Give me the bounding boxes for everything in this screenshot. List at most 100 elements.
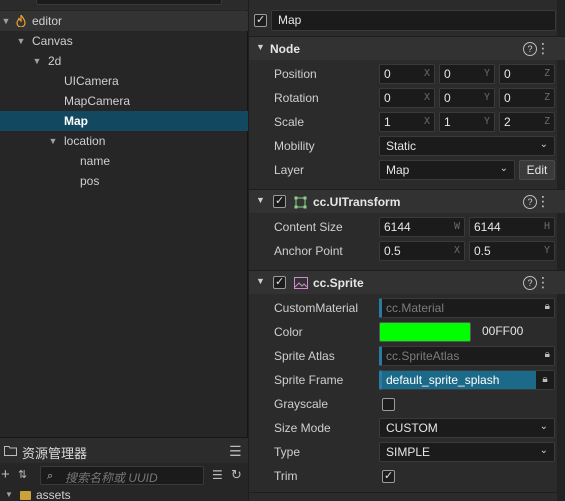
sprite-frame-field[interactable]: default_sprite_splash 🔒︎ bbox=[379, 370, 555, 390]
chevron-down-icon[interactable]: ▼ bbox=[1, 11, 11, 31]
axis-label: X bbox=[453, 245, 460, 256]
tree-item-canvas[interactable]: ▼ Canvas bbox=[0, 31, 248, 51]
anchor-x-input[interactable]: 0.5 X bbox=[379, 241, 465, 261]
chevron-down-icon[interactable]: ▼ bbox=[32, 51, 42, 71]
section-divider bbox=[249, 492, 557, 501]
trim-checkbox[interactable] bbox=[382, 469, 395, 483]
field-value: 6144 bbox=[384, 220, 411, 234]
help-icon[interactable]: ? bbox=[523, 42, 537, 56]
field-value: 1 bbox=[444, 115, 451, 129]
lock-icon[interactable]: 🔒︎ bbox=[545, 301, 550, 312]
position-x-input[interactable]: 0 X bbox=[379, 64, 435, 84]
tree-item-editor[interactable]: ▼ editor bbox=[0, 11, 248, 31]
tree-item-mapcamera[interactable]: MapCamera bbox=[0, 91, 248, 111]
node-name-value: Map bbox=[278, 13, 302, 27]
menu-icon[interactable]: ☰ bbox=[229, 444, 242, 458]
position-z-input[interactable]: 0 Z bbox=[499, 64, 555, 84]
color-swatch[interactable] bbox=[379, 322, 471, 342]
content-size-width-input[interactable]: 6144 W bbox=[379, 217, 465, 237]
chevron-down-icon[interactable]: ▼ bbox=[256, 42, 265, 52]
help-icon[interactable]: ? bbox=[523, 276, 537, 290]
hierarchy-toolbar bbox=[0, 0, 248, 10]
chevron-down-icon: ⌄ bbox=[499, 163, 508, 174]
inspector-panel: Map ▼ Node ? ⋮ Position 0 X 0 Y 0 Z Rota… bbox=[249, 0, 565, 501]
sprite-section-header[interactable]: ▼ cc.Sprite ? ⋮ bbox=[249, 270, 565, 294]
inspector-scrollbar[interactable] bbox=[557, 0, 565, 501]
uitransform-section-header[interactable]: ▼ cc.UITransform ? ⋮ bbox=[249, 189, 565, 213]
sprite-enabled-checkbox[interactable] bbox=[273, 275, 286, 289]
assets-search-input[interactable]: ⌕ 搜索名称或 UUID bbox=[40, 466, 204, 485]
chevron-down-icon[interactable]: ▼ bbox=[16, 31, 26, 51]
tree-item-label: 2d bbox=[48, 54, 62, 68]
search-placeholder: 搜索名称或 UUID bbox=[65, 471, 158, 485]
tree-item-label: name bbox=[80, 154, 111, 168]
mobility-select[interactable]: Static ⌄ bbox=[379, 136, 555, 156]
tree-item-pos[interactable]: pos bbox=[0, 171, 248, 191]
field-value: 0 bbox=[384, 67, 391, 81]
field-value: 0 bbox=[444, 91, 451, 105]
lock-icon[interactable]: 🔒︎ bbox=[545, 349, 550, 360]
sprite-atlas-label: Sprite Atlas bbox=[274, 349, 335, 363]
select-value: SIMPLE bbox=[386, 445, 431, 459]
section-title: Node bbox=[270, 42, 300, 56]
hierarchy-search-input[interactable] bbox=[36, 0, 222, 5]
rotation-x-input[interactable]: 0 X bbox=[379, 88, 435, 108]
chevron-down-icon[interactable]: ▼ bbox=[256, 195, 265, 205]
select-value: CUSTOM bbox=[386, 421, 438, 435]
more-vertical-icon[interactable]: ⋮ bbox=[536, 194, 550, 208]
field-value: 0 bbox=[384, 91, 391, 105]
chevron-down-icon: ⌄ bbox=[539, 421, 548, 432]
tree-item-name[interactable]: name bbox=[0, 151, 248, 171]
layer-edit-button[interactable]: Edit bbox=[519, 160, 555, 180]
axis-label: Z bbox=[543, 116, 550, 127]
refresh-icon[interactable]: ↻ bbox=[231, 468, 242, 482]
chevron-down-icon[interactable]: ▼ bbox=[5, 490, 13, 499]
section-title: cc.Sprite bbox=[313, 276, 364, 290]
node-section-header[interactable]: ▼ Node ? ⋮ bbox=[249, 36, 565, 60]
more-vertical-icon[interactable]: ⋮ bbox=[536, 41, 550, 55]
node-active-checkbox[interactable] bbox=[254, 13, 267, 27]
node-name-input[interactable]: Map bbox=[271, 10, 556, 31]
filter-list-icon[interactable]: ☰ bbox=[212, 468, 223, 482]
rotation-y-input[interactable]: 0 Y bbox=[439, 88, 495, 108]
anchor-y-input[interactable]: 0.5 Y bbox=[469, 241, 555, 261]
rotation-z-input[interactable]: 0 Z bbox=[499, 88, 555, 108]
chevron-down-icon[interactable]: ▼ bbox=[256, 276, 265, 286]
mobility-label: Mobility bbox=[274, 139, 315, 153]
scale-x-input[interactable]: 1 X bbox=[379, 112, 435, 132]
add-icon[interactable]: + bbox=[1, 467, 10, 482]
scale-z-input[interactable]: 2 Z bbox=[499, 112, 555, 132]
grayscale-checkbox[interactable] bbox=[382, 398, 395, 411]
custom-material-field[interactable]: cc.Material 🔒︎ bbox=[379, 298, 555, 318]
axis-label: Y bbox=[483, 92, 490, 103]
size-mode-select[interactable]: CUSTOM ⌄ bbox=[379, 418, 555, 438]
tree-item-location[interactable]: ▼ location bbox=[0, 131, 248, 151]
axis-label: Z bbox=[543, 92, 550, 103]
folder-icon bbox=[20, 491, 31, 500]
scale-y-input[interactable]: 1 Y bbox=[439, 112, 495, 132]
tree-item-label: UICamera bbox=[64, 74, 119, 88]
type-select[interactable]: SIMPLE ⌄ bbox=[379, 442, 555, 462]
axis-label: W bbox=[453, 221, 460, 232]
help-icon[interactable]: ? bbox=[523, 195, 537, 209]
lock-icon[interactable]: 🔒︎ bbox=[536, 371, 554, 389]
chevron-down-icon[interactable]: ▼ bbox=[48, 131, 58, 151]
rotation-label: Rotation bbox=[274, 91, 319, 105]
more-vertical-icon[interactable]: ⋮ bbox=[536, 275, 550, 289]
field-value: 0.5 bbox=[384, 244, 401, 258]
position-y-input[interactable]: 0 Y bbox=[439, 64, 495, 84]
tree-item-uicamera[interactable]: UICamera bbox=[0, 71, 248, 91]
sprite-atlas-field[interactable]: cc.SpriteAtlas 🔒︎ bbox=[379, 346, 555, 366]
scene-flame-icon bbox=[16, 15, 26, 27]
tree-item-2d[interactable]: ▼ 2d bbox=[0, 51, 248, 71]
assets-root-item[interactable]: ▼ assets bbox=[0, 487, 248, 501]
color-hex-value[interactable]: 00FF00 bbox=[482, 324, 523, 338]
tree-item-map[interactable]: Map bbox=[0, 111, 248, 131]
field-value: 0 bbox=[444, 67, 451, 81]
sort-icon[interactable]: ⇅ bbox=[18, 468, 27, 482]
uitransform-enabled-checkbox[interactable] bbox=[273, 194, 286, 208]
layer-select[interactable]: Map ⌄ bbox=[379, 160, 515, 180]
color-label: Color bbox=[274, 325, 303, 339]
assets-title: 资源管理器 bbox=[22, 446, 88, 461]
content-size-height-input[interactable]: 6144 H bbox=[469, 217, 555, 237]
